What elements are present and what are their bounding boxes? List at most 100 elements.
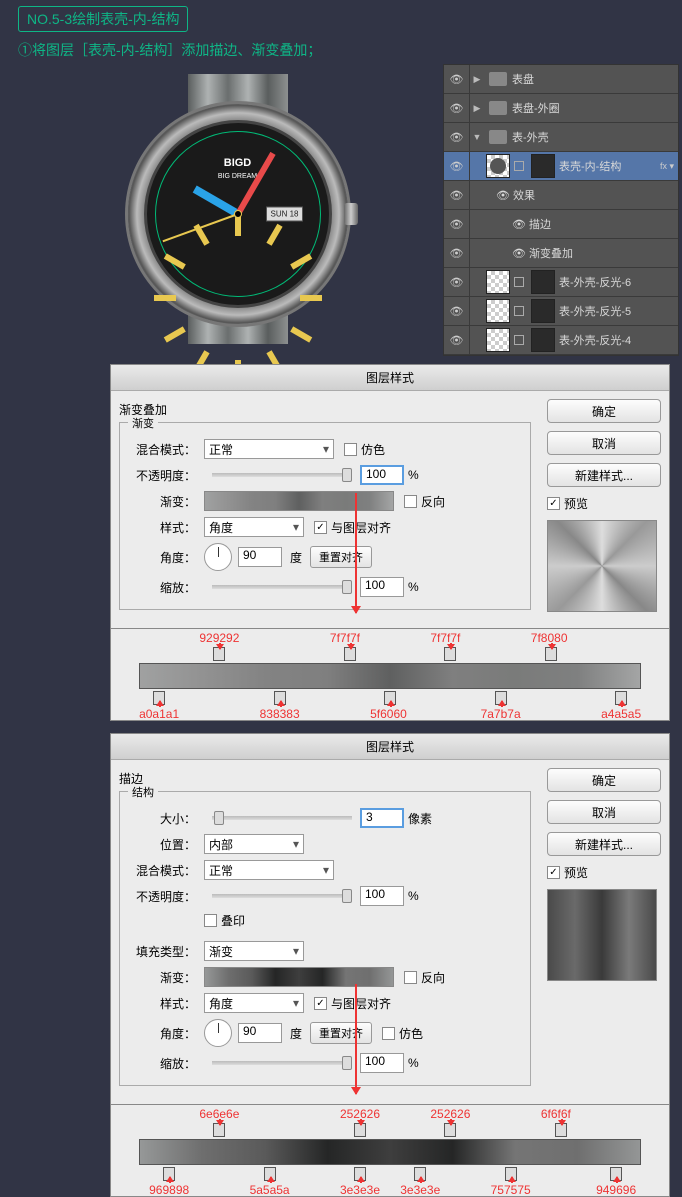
scale-input[interactable]: 100 xyxy=(360,1053,404,1073)
layer-thumbnail xyxy=(486,270,510,294)
folder-icon xyxy=(489,101,507,115)
visibility-icon[interactable]: 👁 xyxy=(444,123,470,151)
angle-input[interactable]: 90 xyxy=(238,1023,282,1043)
stop-hex-label: 7f7f7f xyxy=(430,631,460,645)
stop-hex-label: 7f8080 xyxy=(531,631,568,645)
preview-checkbox[interactable]: ✓ xyxy=(547,866,560,879)
blend-mode-select[interactable]: 正常 xyxy=(204,860,334,880)
dialog-title: 图层样式 xyxy=(111,365,669,391)
dialog-title: 图层样式 xyxy=(111,734,669,760)
stop-hex-label: 3e3e3e xyxy=(400,1183,440,1197)
stop-hex-label: 7a7b7a xyxy=(481,707,521,721)
stop-hex-label: 757575 xyxy=(491,1183,531,1197)
watch-brand: BIGDBIG DREAM xyxy=(147,157,329,181)
scale-slider[interactable] xyxy=(212,1061,352,1065)
layer-thumbnail xyxy=(486,328,510,352)
gradient-preview[interactable] xyxy=(204,967,394,987)
cancel-button[interactable]: 取消 xyxy=(547,431,661,455)
reset-align-button[interactable]: 重置对齐 xyxy=(310,546,372,568)
position-select[interactable]: 内部 xyxy=(204,834,304,854)
stop-hex-label: 838383 xyxy=(260,707,300,721)
angle-dial[interactable] xyxy=(204,543,232,571)
opacity-slider[interactable] xyxy=(212,473,352,477)
angle-dial[interactable] xyxy=(204,1019,232,1047)
scale-input[interactable]: 100 xyxy=(360,577,404,597)
layer-style-dialog-2: 图层样式 描边 结构 大小：3像素 位置：内部 混合模式：正常 不透明度：100… xyxy=(110,733,670,1105)
visibility-icon[interactable]: 👁 xyxy=(444,268,470,296)
dither-checkbox[interactable] xyxy=(344,443,357,456)
stop-hex-label: a0a1a1 xyxy=(139,707,179,721)
visibility-icon[interactable]: 👁 xyxy=(444,297,470,325)
angle-input[interactable]: 90 xyxy=(238,547,282,567)
link-icon xyxy=(514,306,524,316)
cancel-button[interactable]: 取消 xyxy=(547,800,661,824)
fill-type-select[interactable]: 渐变 xyxy=(204,941,304,961)
new-style-button[interactable]: 新建样式... xyxy=(547,463,661,487)
visibility-icon[interactable]: 👁 xyxy=(444,239,470,267)
layer-row[interactable]: 👁表-外壳-反光-6 xyxy=(444,268,678,297)
stop-hex-label: 3e3e3e xyxy=(340,1183,380,1197)
gradient-editor-1: 9292927f7f7f7f7f7f7f8080a0a1a18383835f60… xyxy=(110,629,670,721)
layer-row[interactable]: 👁👁 描边 xyxy=(444,210,678,239)
reverse-checkbox[interactable] xyxy=(404,971,417,984)
ok-button[interactable]: 确定 xyxy=(547,399,661,423)
style-select[interactable]: 角度 xyxy=(204,993,304,1013)
layer-row[interactable]: 👁👁 渐变叠加 xyxy=(444,239,678,268)
section-label: 渐变叠加 xyxy=(119,401,531,418)
layer-row[interactable]: 👁👁 效果 xyxy=(444,181,678,210)
blend-mode-select[interactable]: 正常 xyxy=(204,439,334,459)
dither-checkbox[interactable] xyxy=(382,1027,395,1040)
mask-thumbnail xyxy=(531,270,555,294)
watch-illustration: BIGDBIG DREAM SUN 18 xyxy=(18,64,443,354)
visibility-icon[interactable]: 👁 xyxy=(444,181,470,209)
gradient-editor-2: 6e6e6e2526262526266f6f6f9698985a5a5a3e3e… xyxy=(110,1105,670,1197)
crown-icon xyxy=(344,203,358,225)
scale-slider[interactable] xyxy=(212,585,352,589)
layer-row[interactable]: 👁表壳-内-结构fx ▾ xyxy=(444,152,678,181)
preview-checkbox[interactable]: ✓ xyxy=(547,497,560,510)
mask-thumbnail xyxy=(531,299,555,323)
mask-thumbnail xyxy=(531,154,555,178)
instruction-text: ①将图层［表壳-内-结构］添加描边、渐变叠加； xyxy=(18,40,682,60)
mask-thumbnail xyxy=(531,328,555,352)
layer-thumbnail xyxy=(486,299,510,323)
layer-row[interactable]: 👁表-外壳-反光-5 xyxy=(444,297,678,326)
subsection-label: 结构 xyxy=(128,784,158,800)
layer-row[interactable]: 👁▼表-外壳 xyxy=(444,123,678,152)
size-slider[interactable] xyxy=(212,816,352,820)
layer-thumbnail xyxy=(486,154,510,178)
layer-row[interactable]: 👁▶表盘-外圈 xyxy=(444,94,678,123)
page-title-tag: NO.5-3绘制表壳-内-结构 xyxy=(18,6,188,32)
subsection-label: 渐变 xyxy=(128,415,158,431)
reset-align-button[interactable]: 重置对齐 xyxy=(310,1022,372,1044)
section-label: 描边 xyxy=(119,770,531,787)
layer-row[interactable]: 👁表-外壳-反光-4 xyxy=(444,326,678,355)
overprint-checkbox[interactable] xyxy=(204,914,217,927)
opacity-input[interactable]: 100 xyxy=(360,886,404,906)
new-style-button[interactable]: 新建样式... xyxy=(547,832,661,856)
align-checkbox[interactable]: ✓ xyxy=(314,521,327,534)
layer-style-dialog-1: 图层样式 渐变叠加 渐变 混合模式：正常仿色 不透明度：100% 渐变：反向 样… xyxy=(110,364,670,629)
reverse-checkbox[interactable] xyxy=(404,495,417,508)
align-checkbox[interactable]: ✓ xyxy=(314,997,327,1010)
visibility-icon[interactable]: 👁 xyxy=(444,210,470,238)
layer-row[interactable]: 👁▶表盘 xyxy=(444,65,678,94)
date-window: SUN 18 xyxy=(266,207,302,222)
visibility-icon[interactable]: 👁 xyxy=(444,65,470,93)
opacity-input[interactable]: 100 xyxy=(360,465,404,485)
size-input[interactable]: 3 xyxy=(360,808,404,828)
stop-hex-label: a4a5a5 xyxy=(601,707,641,721)
visibility-icon[interactable]: 👁 xyxy=(444,326,470,354)
link-icon xyxy=(514,161,524,171)
ok-button[interactable]: 确定 xyxy=(547,768,661,792)
visibility-icon[interactable]: 👁 xyxy=(444,152,470,180)
layers-panel: 👁▶表盘👁▶表盘-外圈👁▼表-外壳👁表壳-内-结构fx ▾👁👁 效果👁👁 描边👁… xyxy=(443,64,679,356)
folder-icon xyxy=(489,130,507,144)
stop-hex-label: 5a5a5a xyxy=(250,1183,290,1197)
stop-hex-label: 7f7f7f xyxy=(330,631,360,645)
gradient-preview[interactable] xyxy=(204,491,394,511)
visibility-icon[interactable]: 👁 xyxy=(444,94,470,122)
stop-hex-label: 969898 xyxy=(149,1183,189,1197)
style-select[interactable]: 角度 xyxy=(204,517,304,537)
opacity-slider[interactable] xyxy=(212,894,352,898)
